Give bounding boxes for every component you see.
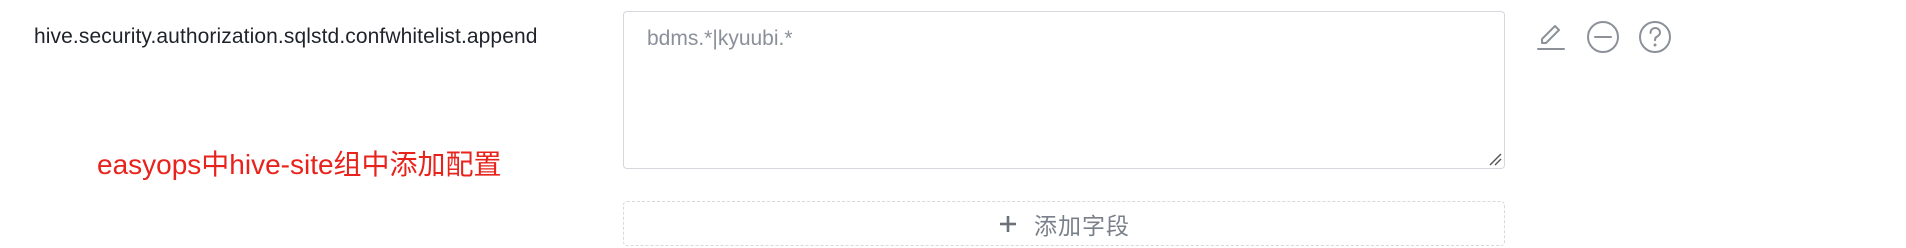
resize-handle-icon[interactable]	[1486, 150, 1502, 166]
field-label: hive.security.authorization.sqlstd.confw…	[34, 25, 538, 48]
edit-icon	[1537, 25, 1565, 50]
plus-icon	[998, 214, 1018, 234]
edit-button[interactable]	[1532, 18, 1570, 56]
config-form-row: hive.security.authorization.sqlstd.confw…	[0, 0, 1906, 248]
remove-field-button[interactable]	[1584, 18, 1622, 56]
value-textarea[interactable]: bdms.*|kyuubi.*	[623, 11, 1505, 169]
field-actions	[1532, 18, 1688, 56]
annotation-note: easyops中hive-site组中添加配置	[97, 149, 502, 180]
value-text: bdms.*|kyuubi.*	[647, 27, 793, 50]
help-button[interactable]	[1636, 18, 1674, 56]
remove-circle-icon	[1587, 21, 1619, 53]
add-field-button[interactable]: 添加字段	[623, 201, 1505, 246]
add-field-label: 添加字段	[1034, 212, 1130, 239]
help-circle-icon	[1639, 21, 1671, 53]
